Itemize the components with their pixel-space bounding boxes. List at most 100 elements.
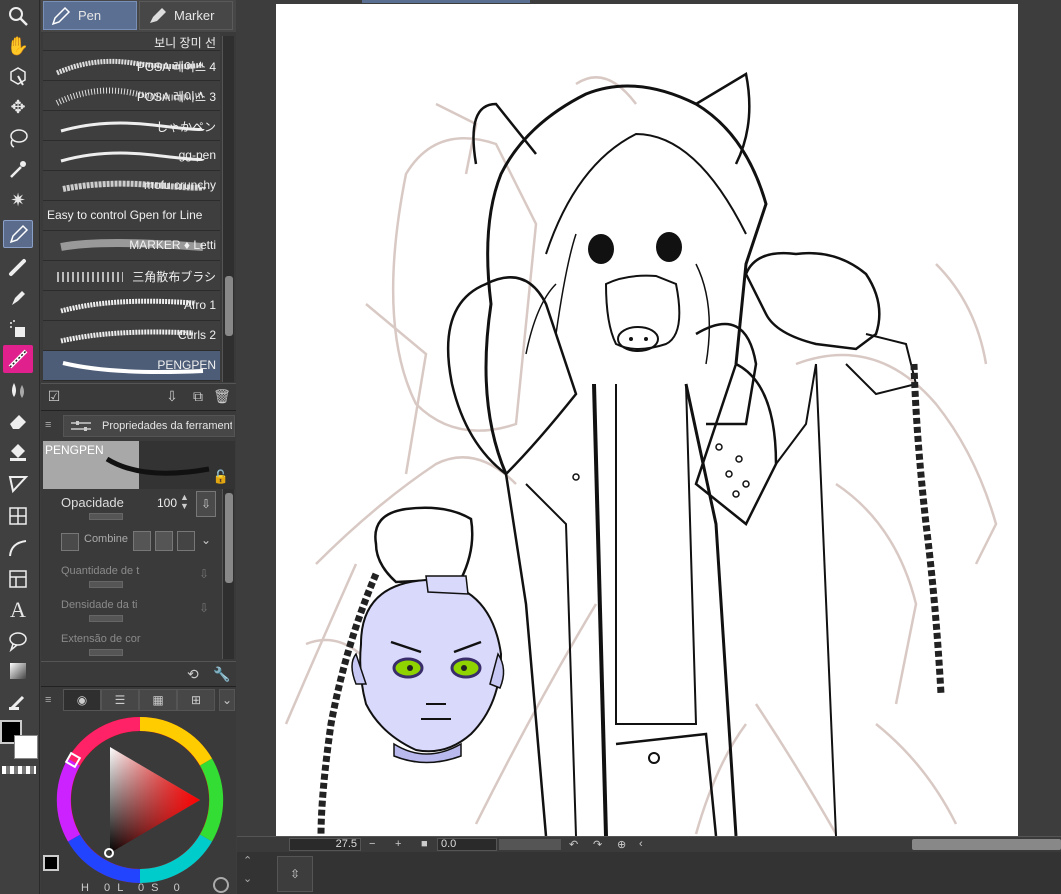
lightness-value[interactable]: 0 bbox=[138, 882, 144, 894]
gradient-icon[interactable] bbox=[3, 657, 33, 685]
tab-color-wheel[interactable]: ◉ bbox=[63, 689, 101, 711]
eyedropper-icon[interactable] bbox=[3, 155, 33, 183]
object-icon[interactable] bbox=[3, 62, 33, 90]
fill-icon[interactable] bbox=[3, 438, 33, 466]
list-item[interactable]: Easy to control Gpen for Line bbox=[43, 201, 220, 231]
color-mode-icon[interactable] bbox=[213, 877, 229, 893]
lasso-icon[interactable] bbox=[3, 124, 33, 152]
wrench-icon[interactable]: 🔧 bbox=[213, 666, 230, 683]
tab-pen-label: Pen bbox=[78, 8, 102, 23]
tab-color-slider[interactable]: ☰ bbox=[101, 689, 139, 711]
ruler-icon[interactable] bbox=[3, 502, 33, 530]
menu-icon[interactable]: ≡ bbox=[45, 419, 57, 431]
brush-icon[interactable] bbox=[3, 283, 33, 311]
rotation-slider[interactable] bbox=[499, 839, 561, 850]
reset-icon[interactable]: ⟲ bbox=[187, 666, 199, 683]
airbrush-icon[interactable] bbox=[3, 314, 33, 342]
quantity-slider[interactable] bbox=[89, 581, 123, 588]
duplicate-icon[interactable]: ⧉ bbox=[189, 388, 207, 406]
hue-value[interactable]: 0 bbox=[104, 882, 110, 894]
combine-checkbox[interactable] bbox=[61, 533, 79, 551]
correction-icon[interactable] bbox=[3, 687, 33, 715]
pen-icon[interactable] bbox=[3, 220, 33, 248]
list-item[interactable]: POSA 레이스 4 bbox=[43, 51, 220, 81]
scrollbar-thumb[interactable] bbox=[225, 493, 233, 583]
pencil-icon[interactable] bbox=[3, 252, 33, 280]
list-item[interactable]: Curls 2 bbox=[43, 321, 220, 351]
lock-icon[interactable]: 🔓 bbox=[213, 469, 229, 485]
opacity-pressure-button[interactable]: ⇩ bbox=[196, 491, 216, 517]
transparent-color-swatch[interactable] bbox=[2, 766, 36, 774]
zoom-in-button[interactable]: + bbox=[395, 838, 401, 850]
saturation-value[interactable]: 0 bbox=[174, 882, 180, 894]
fit-icon[interactable]: ■ bbox=[421, 838, 428, 850]
combine-shape-2[interactable] bbox=[155, 531, 173, 551]
frame-icon[interactable] bbox=[3, 470, 33, 498]
tab-color-set[interactable]: ▦ bbox=[139, 689, 177, 711]
zoom-icon[interactable] bbox=[3, 2, 33, 30]
opacity-slider[interactable] bbox=[89, 513, 123, 520]
canvas-paper[interactable] bbox=[276, 4, 1018, 836]
color-wheel[interactable] bbox=[55, 715, 225, 885]
scrollbar-thumb[interactable] bbox=[225, 276, 233, 336]
list-item[interactable]: Afro 1 bbox=[43, 291, 220, 321]
foreground-color-swatch[interactable] bbox=[43, 855, 59, 871]
trash-icon[interactable]: 🗑 bbox=[213, 388, 231, 406]
blend-icon[interactable] bbox=[3, 376, 33, 404]
chevron-down-icon[interactable]: ⌄ bbox=[201, 533, 211, 547]
tool-properties-header: ≡ Propriedades da ferramenta bbox=[41, 415, 236, 437]
tab-marker[interactable]: Marker bbox=[139, 1, 233, 30]
move-icon[interactable]: ✥ bbox=[3, 93, 33, 121]
layer-icon[interactable] bbox=[3, 565, 33, 593]
combine-shape-1[interactable] bbox=[133, 531, 151, 551]
tab-tool-properties[interactable]: Propriedades da ferramenta bbox=[63, 415, 235, 437]
chevron-up-icon[interactable]: ⌃ bbox=[243, 854, 252, 867]
zoom-field[interactable]: 27.5 bbox=[289, 838, 361, 851]
bottom-bar: ⌃ ⌄ ⇳ bbox=[237, 852, 1061, 894]
magic-wand-icon[interactable]: ✷ bbox=[3, 186, 33, 214]
density-slider[interactable] bbox=[89, 615, 123, 622]
reset-rotation-icon[interactable]: ⊕ bbox=[617, 838, 626, 851]
decoration-icon[interactable] bbox=[3, 345, 33, 373]
list-item[interactable]: mofu crunchy bbox=[43, 171, 220, 201]
pressure-icon[interactable]: ⇩ bbox=[199, 567, 209, 581]
menu-icon[interactable]: ≡ bbox=[45, 694, 51, 706]
pressure-icon[interactable]: ⇩ bbox=[199, 601, 209, 615]
brush-name: 보니 장미 선 bbox=[154, 36, 216, 50]
text-icon[interactable]: A bbox=[3, 596, 33, 624]
chevron-down-icon[interactable]: ⌄ bbox=[219, 689, 235, 711]
background-color-swatch[interactable] bbox=[14, 735, 38, 759]
download-icon[interactable]: ⇩ bbox=[163, 388, 181, 406]
rotation-field[interactable]: 0.0 bbox=[437, 838, 497, 851]
horizontal-scrollbar[interactable] bbox=[912, 839, 1061, 850]
list-item[interactable]: MARKER ♦ Letti bbox=[43, 231, 220, 261]
chevron-down-icon[interactable]: ⌄ bbox=[243, 872, 252, 885]
hand-icon[interactable]: ✋ bbox=[3, 32, 33, 60]
tab-pen[interactable]: Pen bbox=[43, 1, 137, 30]
canvas-area[interactable] bbox=[237, 0, 1061, 836]
tab-intermediate-color[interactable]: ⊞ bbox=[177, 689, 215, 711]
combine-shape-3[interactable] bbox=[177, 531, 195, 551]
list-item[interactable]: しゃかペン bbox=[43, 111, 220, 141]
curve-icon[interactable] bbox=[3, 534, 33, 562]
list-item[interactable]: POSA 레이스 3 bbox=[43, 81, 220, 111]
pen-icon bbox=[51, 6, 71, 26]
rotate-left-icon[interactable]: ↶ bbox=[569, 838, 578, 851]
hue-label: H bbox=[81, 882, 89, 894]
list-item[interactable]: 보니 장미 선 bbox=[43, 33, 220, 51]
timeline-toggle-button[interactable]: ⇳ bbox=[277, 856, 313, 892]
opacity-value[interactable]: 100 bbox=[157, 496, 177, 510]
settings-icon[interactable]: ☑ bbox=[45, 388, 63, 406]
list-item[interactable]: PENGPEN bbox=[43, 351, 220, 381]
extent-slider[interactable] bbox=[89, 649, 123, 656]
list-item[interactable]: 三角散布ブラシ bbox=[43, 261, 220, 291]
brush-list-scrollbar[interactable] bbox=[222, 36, 234, 382]
eraser-icon[interactable] bbox=[3, 407, 33, 435]
list-item[interactable]: gg-pen bbox=[43, 141, 220, 171]
balloon-icon[interactable] bbox=[3, 627, 33, 655]
chevron-left-icon[interactable]: ‹ bbox=[639, 838, 643, 850]
rotate-right-icon[interactable]: ↷ bbox=[593, 838, 602, 851]
opacity-spinner[interactable]: ▲ ▼ bbox=[180, 493, 192, 513]
zoom-out-button[interactable]: − bbox=[369, 838, 375, 850]
props-scrollbar[interactable] bbox=[222, 489, 234, 659]
